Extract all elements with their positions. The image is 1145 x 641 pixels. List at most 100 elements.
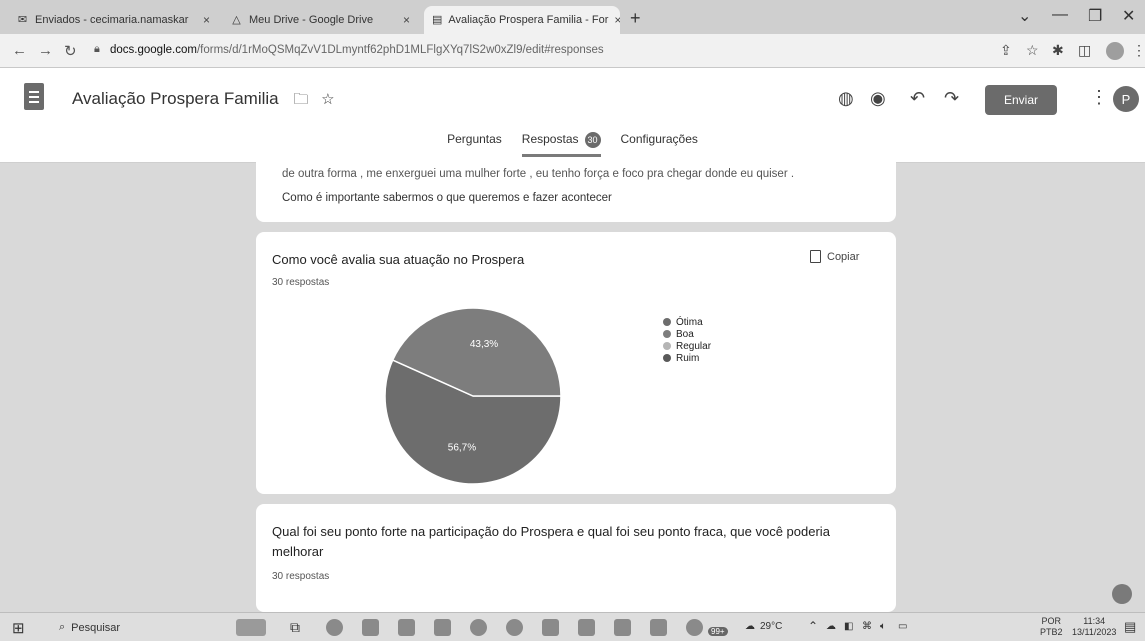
- lock-icon[interactable]: 🔒︎: [94, 43, 100, 56]
- send-button[interactable]: Enviar: [985, 85, 1057, 115]
- tab-questions[interactable]: Perguntas: [447, 132, 502, 157]
- weather-icon[interactable]: ☁: [745, 621, 755, 632]
- reload-icon[interactable]: ↻: [64, 42, 77, 60]
- more-options-icon[interactable]: ⋮: [1090, 87, 1108, 108]
- photos-icon[interactable]: [578, 619, 595, 636]
- palette-icon[interactable]: ◍: [838, 88, 854, 109]
- form-tabs: Perguntas Respostas 30 Configurações: [0, 132, 1145, 157]
- calculator-icon[interactable]: [362, 619, 379, 636]
- close-tab-icon[interactable]: ×: [403, 13, 410, 27]
- move-to-folder-icon[interactable]: 🗀︎: [293, 91, 308, 108]
- redo-icon[interactable]: ↷: [944, 88, 959, 109]
- pie-chart: 56,7% 43,3%: [384, 307, 562, 485]
- response-count: 30 respostas: [272, 571, 330, 582]
- clock-time: 11:34: [1083, 616, 1106, 626]
- lang-line1: POR: [1041, 616, 1062, 626]
- explore-icon[interactable]: [1112, 584, 1132, 604]
- question-summary-card: [256, 232, 896, 494]
- legend-item: Ruim: [663, 352, 711, 364]
- volume-icon[interactable]: 🔈︎: [880, 621, 886, 632]
- response-text: de outra forma , me enxerguei uma mulher…: [282, 168, 795, 180]
- app-icon[interactable]: [614, 619, 631, 636]
- google-forms-logo-icon[interactable]: [24, 83, 44, 110]
- battery-icon[interactable]: ▭: [898, 621, 907, 632]
- preview-eye-icon[interactable]: ◉: [870, 88, 886, 109]
- tab-title: Avaliação Prospera Familia - For: [448, 14, 609, 26]
- app-icon[interactable]: [650, 619, 667, 636]
- restore-icon[interactable]: ❐: [1088, 6, 1102, 26]
- form-title[interactable]: Avaliação Prospera Familia 🗀︎ ☆: [72, 89, 335, 114]
- legend-label: Ruim: [676, 352, 700, 364]
- search-placeholder: Pesquisar: [71, 621, 121, 634]
- url-host: docs.google.com: [110, 44, 197, 56]
- input-language[interactable]: POR PTB2: [1040, 616, 1063, 638]
- url-path: /forms/d/1rMoQSMqZvV1DLmyntf62phD1MLFlgX…: [196, 44, 604, 56]
- extensions-icon[interactable]: ✱: [1052, 42, 1064, 59]
- lang-line2: PTB2: [1040, 627, 1063, 637]
- tab-settings[interactable]: Configurações: [621, 132, 698, 157]
- system-clock[interactable]: 11:34 13/11/2023: [1072, 616, 1116, 638]
- onedrive-icon[interactable]: ☁: [826, 621, 836, 632]
- legend-swatch: [663, 354, 671, 362]
- notification-count-badge: 99+: [708, 627, 728, 636]
- forms-icon: ▤: [432, 13, 443, 26]
- copy-icon: [810, 250, 821, 263]
- response-count: 30 respostas: [272, 277, 330, 288]
- windows-start-icon[interactable]: ⊞: [12, 619, 25, 637]
- browser-tab-gmail[interactable]: ✉ Enviados - cecimaria.namaskar ×: [8, 6, 218, 34]
- notification-app-icon[interactable]: [686, 619, 703, 636]
- question-title-line: melhorar: [272, 544, 324, 559]
- copy-chart-button[interactable]: Copiar: [810, 250, 859, 263]
- tab-search-icon[interactable]: ⌄: [1018, 6, 1031, 26]
- legend-item: Ótima: [663, 316, 711, 328]
- edge-icon[interactable]: [326, 619, 343, 636]
- forward-icon[interactable]: →: [38, 42, 53, 59]
- task-view-icon[interactable]: ⧉: [290, 619, 307, 636]
- tab-responses[interactable]: Respostas 30: [521, 132, 601, 157]
- response-text: Como é importante sabermos o que queremo…: [282, 192, 612, 204]
- tray-overflow-icon[interactable]: ⌃: [808, 619, 818, 633]
- close-window-icon[interactable]: ✕: [1122, 6, 1135, 26]
- taskbar-search[interactable]: ⌕ Pesquisar: [47, 617, 227, 638]
- account-avatar[interactable]: P: [1113, 86, 1139, 112]
- question-summary-card: [256, 504, 896, 612]
- new-tab-icon[interactable]: +: [630, 8, 641, 29]
- chrome-icon[interactable]: [506, 619, 523, 636]
- bookmark-star-icon[interactable]: ☆: [1026, 42, 1039, 59]
- undo-icon[interactable]: ↶: [910, 88, 925, 109]
- clock-date: 13/11/2023: [1072, 627, 1117, 637]
- url-field[interactable]: docs.google.com/forms/d/1rMoQSMqZvV1DLmy…: [110, 44, 604, 56]
- notifications-icon[interactable]: ▤: [1124, 619, 1136, 635]
- chart-legend: Ótima Boa Regular Ruim: [663, 316, 711, 364]
- close-tab-icon[interactable]: ×: [614, 13, 620, 27]
- browser-profile-icon[interactable]: [1106, 42, 1124, 60]
- tray-app-icon[interactable]: ◧: [844, 621, 853, 632]
- minimize-icon[interactable]: —: [1052, 6, 1068, 24]
- legend-swatch: [663, 318, 671, 326]
- drive-icon: △: [232, 13, 241, 26]
- search-icon: ⌕: [59, 621, 66, 633]
- pie-data-label: 56,7%: [448, 442, 476, 453]
- browser-tab-forms[interactable]: ▤ Avaliação Prospera Familia - For ×: [424, 6, 620, 34]
- windows-taskbar: ⊞ ⌕ Pesquisar ⧉ 99+ ☁ 29°C ⌃ ☁ ◧ ⌘ 🔈︎ ▭ …: [0, 612, 1145, 641]
- close-tab-icon[interactable]: ×: [203, 13, 210, 27]
- weather-temp[interactable]: 29°C: [760, 621, 782, 632]
- settings-icon[interactable]: [542, 619, 559, 636]
- dell-icon[interactable]: [470, 619, 487, 636]
- legend-label: Boa: [676, 328, 694, 340]
- network-icon[interactable]: ⌘: [862, 621, 872, 632]
- store-icon[interactable]: [434, 619, 451, 636]
- browser-tab-strip: ✉ Enviados - cecimaria.namaskar × △ Meu …: [0, 0, 1145, 34]
- share-icon[interactable]: ⇪: [1000, 42, 1012, 59]
- browser-tab-drive[interactable]: △ Meu Drive - Google Drive ×: [222, 6, 418, 34]
- browser-menu-icon[interactable]: ⋮: [1132, 42, 1145, 59]
- news-widget-icon[interactable]: [236, 619, 266, 636]
- question-title-line: Qual foi seu ponto forte na participação…: [272, 524, 830, 539]
- legend-swatch: [663, 342, 671, 350]
- star-icon[interactable]: ☆: [321, 91, 334, 108]
- file-explorer-icon[interactable]: [398, 619, 415, 636]
- form-title-text: Avaliação Prospera Familia: [72, 89, 279, 108]
- question-title: Como você avalia sua atuação no Prospera: [272, 252, 525, 267]
- back-icon[interactable]: ←: [12, 42, 27, 59]
- side-panel-icon[interactable]: ◫: [1078, 42, 1091, 59]
